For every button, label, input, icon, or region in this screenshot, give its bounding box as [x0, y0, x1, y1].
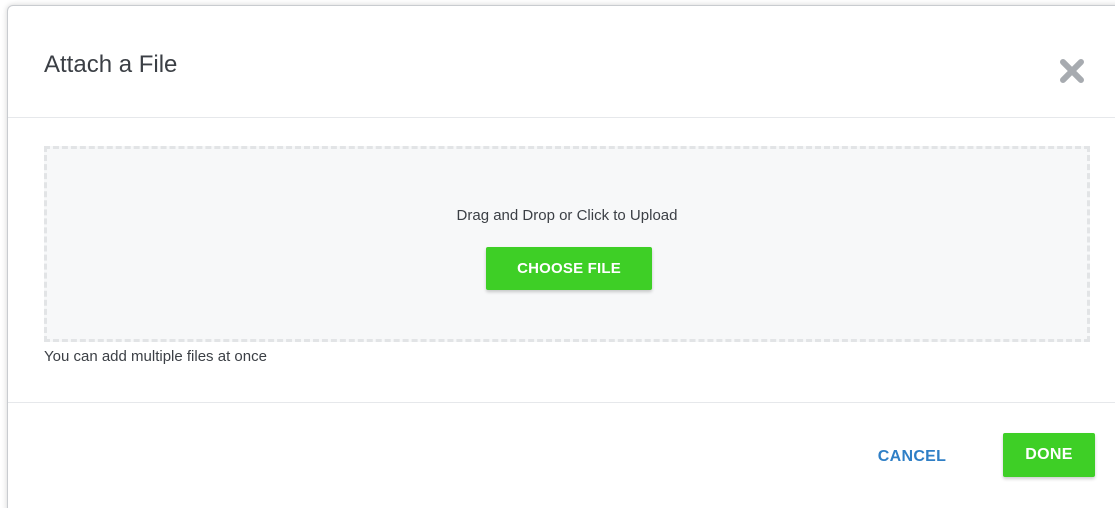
cancel-button[interactable]: CANCEL [862, 435, 962, 479]
dialog-body: Drag and Drop or Click to Upload CHOOSE … [44, 146, 1094, 365]
page: Attach a File Drag and Drop or Click to … [0, 0, 1115, 508]
multiple-files-hint: You can add multiple files at once [44, 348, 267, 365]
dialog-title: Attach a File [44, 51, 178, 78]
close-button[interactable] [1057, 56, 1087, 86]
file-dropzone[interactable]: Drag and Drop or Click to Upload CHOOSE … [44, 146, 1090, 342]
dialog-footer: CANCEL DONE [8, 402, 1115, 508]
close-x-icon [1060, 59, 1084, 83]
dropzone-instruction: Drag and Drop or Click to Upload [456, 207, 678, 224]
attach-file-dialog: Attach a File Drag and Drop or Click to … [7, 5, 1115, 508]
done-button[interactable]: DONE [1003, 433, 1095, 477]
dialog-header: Attach a File [8, 6, 1115, 118]
choose-file-button[interactable]: CHOOSE FILE [486, 247, 652, 290]
